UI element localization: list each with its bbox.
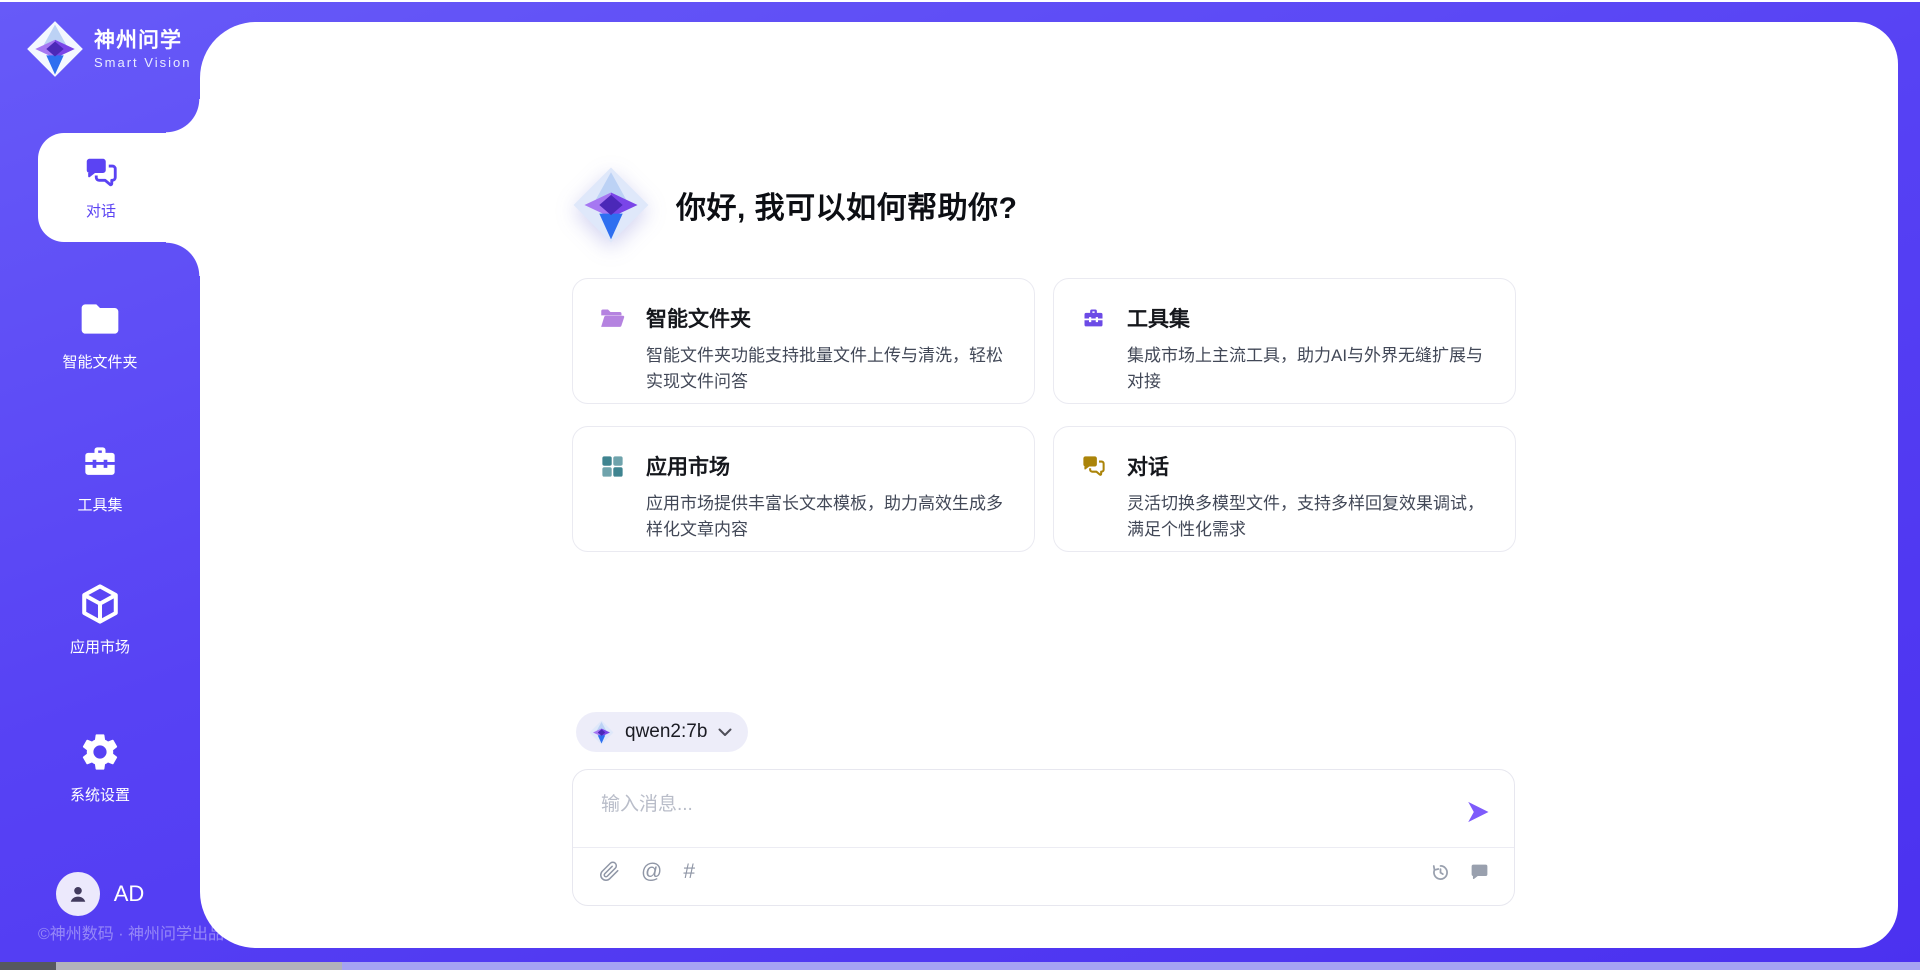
sidebar-item-label: 智能文件夹 <box>62 351 137 372</box>
user-label: AD <box>114 881 145 907</box>
mention-icon[interactable]: @ <box>641 861 662 882</box>
sidebar-item-label: 应用市场 <box>70 636 130 657</box>
tab-fillet-top <box>166 99 200 133</box>
copyright-footer: ©神州数码 · 神州问学出品 <box>38 920 224 944</box>
card-toolset[interactable]: 工具集 集成市场上主流工具，助力AI与外界无缝扩展与对接 <box>1053 278 1516 404</box>
sidebar-item-settings[interactable]: 系统设置 <box>0 730 200 805</box>
card-chat[interactable]: 对话 灵活切换多模型文件，支持多样回复效果调试，满足个性化需求 <box>1053 426 1516 552</box>
model-name: qwen2:7b <box>625 721 707 743</box>
topic-icon[interactable]: # <box>683 861 695 882</box>
horizontal-scrollbar <box>0 962 1920 970</box>
folder-icon <box>78 297 122 341</box>
card-app-market[interactable]: 应用市场 应用市场提供丰富长文本模板，助力高效生成多样化文章内容 <box>572 426 1035 552</box>
sidebar-item-toolset[interactable]: 工具集 <box>0 440 200 515</box>
send-icon[interactable] <box>1464 798 1492 826</box>
card-description: 智能文件夹功能支持批量文件上传与清洗，轻松实现文件问答 <box>646 343 1018 394</box>
message-input[interactable] <box>599 787 1403 841</box>
model-selector[interactable]: qwen2:7b <box>576 712 748 752</box>
greeting-title: 你好, 我可以如何帮助你? <box>676 183 1018 227</box>
message-composer: @ # <box>572 769 1515 906</box>
chevron-down-icon <box>718 728 732 737</box>
scrollbar-corner <box>0 962 56 970</box>
folder-open-icon <box>599 305 626 332</box>
tab-fillet-bottom <box>166 242 200 276</box>
history-icon[interactable] <box>1430 862 1451 883</box>
chat-icon <box>82 154 120 192</box>
user-account[interactable]: AD <box>0 872 200 916</box>
card-title: 对话 <box>1127 451 1169 481</box>
chat-icon <box>1080 453 1107 480</box>
app-grid-icon <box>599 453 626 480</box>
brand-logo: 神州问学 Smart Vision <box>26 20 191 78</box>
model-diamond-icon <box>589 720 614 745</box>
toolbox-icon <box>1080 305 1107 332</box>
sidebar-item-label: 系统设置 <box>70 784 130 805</box>
comment-icon[interactable] <box>1469 862 1490 883</box>
top-edge-line <box>0 0 1920 2</box>
person-icon <box>65 881 91 907</box>
hero: 你好, 我可以如何帮助你? <box>572 166 1018 244</box>
attachment-icon[interactable] <box>599 860 620 883</box>
composer-divider <box>573 847 1514 848</box>
feature-cards: 智能文件夹 智能文件夹功能支持批量文件上传与清洗，轻松实现文件问答 工具集 集成… <box>572 278 1516 552</box>
brand-name: 神州问学 <box>94 30 191 51</box>
sidebar-item-chat-active[interactable]: 对话 <box>38 133 212 242</box>
brand-subtitle: Smart Vision <box>94 56 191 69</box>
card-title: 应用市场 <box>646 451 730 481</box>
hero-diamond-icon <box>572 166 650 244</box>
sidebar-item-smart-folder[interactable]: 智能文件夹 <box>0 297 200 372</box>
card-description: 灵活切换多模型文件，支持多样回复效果调试，满足个性化需求 <box>1127 491 1499 542</box>
app-window: 神州问学 Smart Vision 对话 智能文件夹 工具集 应用市场 系统设置… <box>0 0 1920 970</box>
card-smart-folder[interactable]: 智能文件夹 智能文件夹功能支持批量文件上传与清洗，轻松实现文件问答 <box>572 278 1035 404</box>
composer-left-tools: @ # <box>599 860 695 883</box>
sidebar-item-label: 工具集 <box>77 494 122 515</box>
toolbox-icon <box>78 440 122 484</box>
sidebar-item-app-market[interactable]: 应用市场 <box>0 582 200 657</box>
avatar <box>56 872 100 916</box>
sidebar-item-label: 对话 <box>86 200 116 221</box>
card-description: 应用市场提供丰富长文本模板，助力高效生成多样化文章内容 <box>646 491 1018 542</box>
card-title: 工具集 <box>1127 303 1190 333</box>
scrollbar-thumb[interactable] <box>56 962 342 970</box>
composer-right-tools <box>1430 862 1490 883</box>
gear-icon <box>78 730 122 774</box>
card-title: 智能文件夹 <box>646 303 751 333</box>
main-content: 你好, 我可以如何帮助你? 智能文件夹 智能文件夹功能支持批量文件上传与清洗，轻… <box>200 22 1898 948</box>
cube-icon <box>78 582 122 626</box>
card-description: 集成市场上主流工具，助力AI与外界无缝扩展与对接 <box>1127 343 1499 394</box>
brand-diamond-icon <box>26 20 84 78</box>
